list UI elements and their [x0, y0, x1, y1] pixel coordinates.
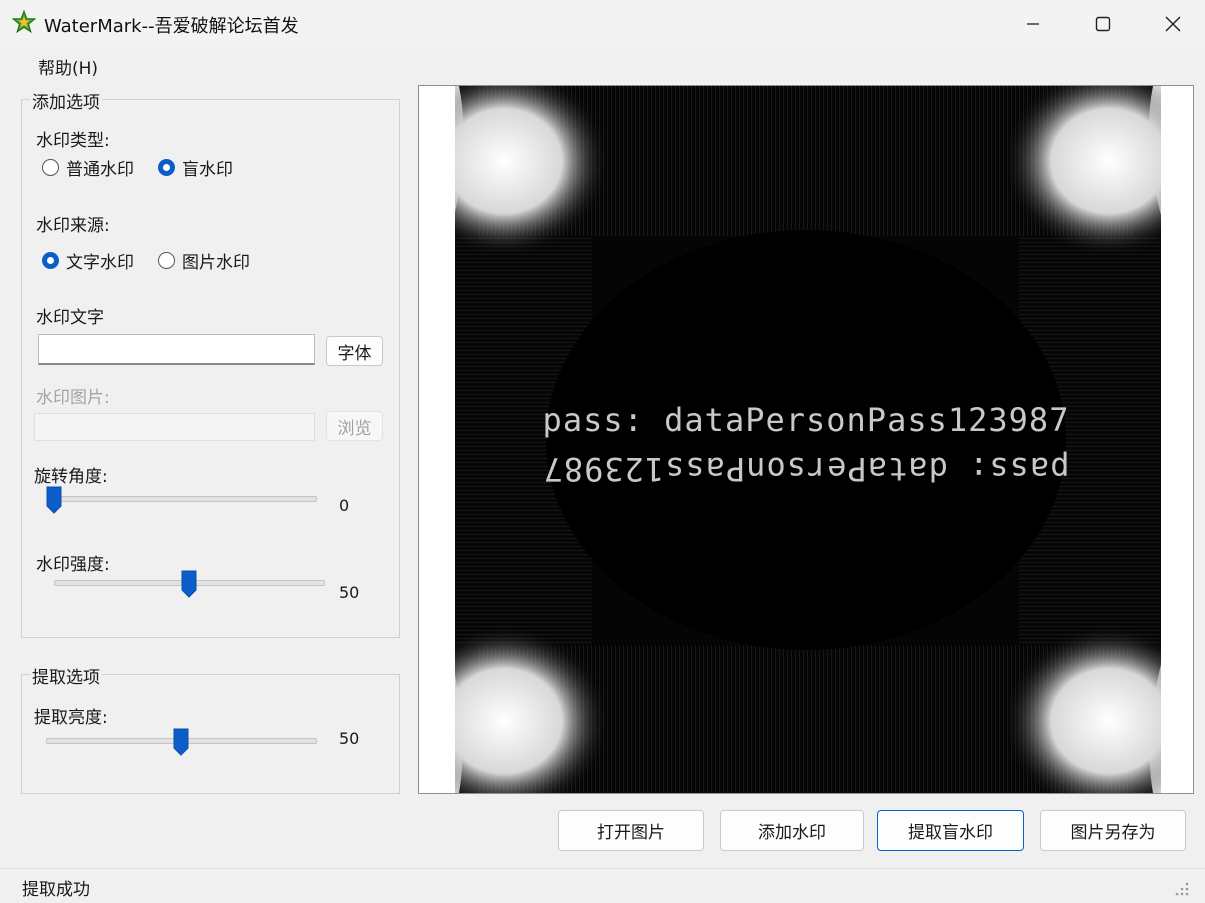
extract-options-title: 提取选项 [30, 663, 102, 688]
menu-bar: 帮助(H) [28, 54, 108, 80]
brightness-label: 提取亮度: [34, 708, 108, 728]
status-bar: 提取成功 [0, 868, 1205, 903]
watermark-text-line-rotated: pass: dataPersonPass123987 [543, 450, 1070, 488]
close-button[interactable] [1138, 0, 1205, 47]
window-title: WaterMark--吾爱破解论坛首发 [44, 16, 299, 37]
watermark-image-input[interactable] [34, 413, 315, 441]
radio-label: 图片水印 [182, 253, 250, 273]
watermark-source-label: 水印来源: [36, 216, 110, 236]
brightness-slider-thumb[interactable] [173, 728, 189, 756]
rotation-value: 0 [339, 496, 350, 515]
radio-indicator-selected [158, 159, 175, 176]
open-image-button[interactable]: 打开图片 [558, 810, 704, 851]
strength-value: 50 [339, 583, 360, 602]
maximize-icon [1095, 16, 1111, 31]
image-preview: pass: dataPersonPass123987 pass: dataPer… [418, 85, 1194, 794]
add-watermark-button[interactable]: 添加水印 [720, 810, 864, 851]
radio-indicator [42, 159, 59, 176]
minimize-icon [1027, 22, 1039, 25]
save-image-as-button[interactable]: 图片另存为 [1040, 810, 1186, 851]
radio-blind-watermark[interactable]: 盲水印 [158, 155, 233, 180]
watermark-text-line: pass: dataPersonPass123987 [543, 401, 1070, 439]
menu-help[interactable]: 帮助(H) [28, 57, 108, 81]
browse-button[interactable]: 浏览 [326, 411, 383, 441]
font-button[interactable]: 字体 [326, 336, 383, 366]
radio-image-watermark[interactable]: 图片水印 [158, 248, 250, 273]
minimize-button[interactable] [998, 0, 1068, 47]
strength-label: 水印强度: [36, 555, 110, 575]
watermark-type-label: 水印类型: [36, 131, 110, 151]
frequency-spectrum-image: pass: dataPersonPass123987 pass: dataPer… [419, 86, 1193, 793]
radio-indicator [158, 252, 175, 269]
star-icon [12, 10, 36, 34]
radio-label: 文字水印 [66, 253, 134, 273]
radio-normal-watermark[interactable]: 普通水印 [42, 155, 134, 180]
brightness-value: 50 [339, 729, 360, 748]
rotation-slider-thumb[interactable] [46, 486, 62, 514]
status-text: 提取成功 [22, 880, 90, 900]
watermark-text-input[interactable] [38, 334, 315, 365]
resize-grip-icon[interactable] [1172, 879, 1190, 897]
radio-label: 盲水印 [182, 160, 233, 180]
radio-indicator-selected [42, 252, 59, 269]
title-bar: WaterMark--吾爱破解论坛首发 [0, 0, 1205, 47]
radio-label: 普通水印 [66, 160, 134, 180]
extract-blind-watermark-button[interactable]: 提取盲水印 [877, 810, 1024, 851]
watermark-text-label: 水印文字 [36, 308, 104, 328]
close-icon [1165, 16, 1181, 31]
maximize-button[interactable] [1068, 0, 1138, 47]
rotation-slider-track[interactable] [54, 496, 317, 502]
watermark-image-label: 水印图片: [36, 388, 110, 408]
radio-text-watermark[interactable]: 文字水印 [42, 248, 134, 273]
rotation-label: 旋转角度: [34, 467, 108, 487]
strength-slider-thumb[interactable] [181, 570, 197, 598]
add-options-title: 添加选项 [30, 88, 102, 113]
